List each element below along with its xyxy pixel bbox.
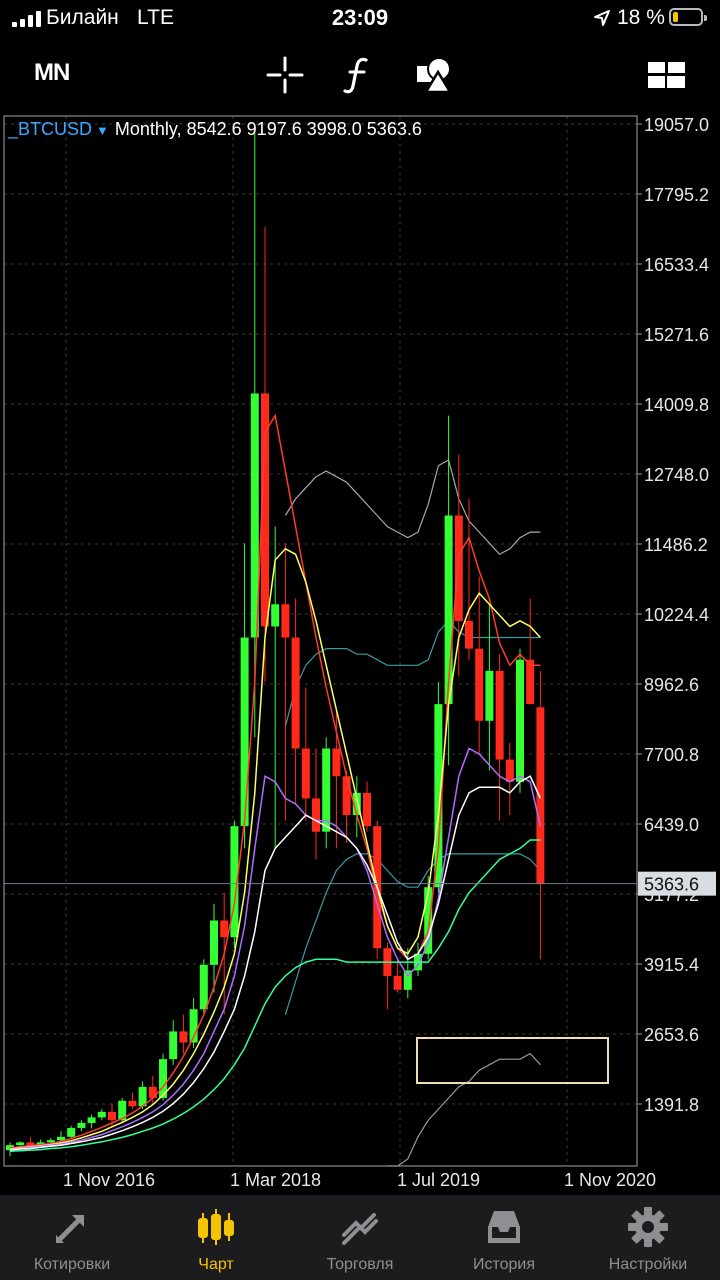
candle-body (393, 975, 402, 990)
candle-body (179, 1031, 188, 1043)
location-arrow-icon (594, 10, 610, 26)
price-axis-label: 1391.8 (644, 1095, 699, 1115)
candlestick-chart[interactable]: 19057.0 17795.2 16533.4 15271.6 14009.8 12748… (0, 112, 720, 1195)
time-axis-label: 1 Nov 2016 (63, 1170, 155, 1190)
candle-body (67, 1127, 76, 1137)
envelope-line (387, 1052, 541, 1167)
quotes-icon (56, 1215, 84, 1243)
candle-body (199, 964, 208, 1010)
symbol-dropdown-icon[interactable]: ▼ (96, 123, 109, 138)
price-axis-label: 3915.4 (644, 955, 699, 975)
candle-body (108, 1111, 116, 1121)
price-axis-label: 10224.4 (644, 605, 709, 625)
candle-body (291, 637, 300, 749)
tab-trade[interactable]: Торговля (288, 1195, 432, 1280)
price-axis-label: 15271.6 (644, 325, 709, 345)
current-price-label: 5363.6 (644, 875, 699, 895)
time-axis-label: 1 Jul 2019 (397, 1170, 480, 1190)
candle-body (495, 670, 504, 760)
candle-body (526, 659, 535, 705)
crosshair-icon[interactable] (262, 52, 308, 98)
price-axis-label: 12748.0 (644, 465, 709, 485)
moving-average-line (9, 839, 541, 1153)
candle-body (342, 776, 351, 816)
bottom-tab-bar: Котировки Чарт Торговля История Настройк… (0, 1195, 720, 1280)
battery-percent: 18 % (617, 6, 665, 29)
candle-body (77, 1122, 86, 1128)
candle-body (454, 515, 463, 621)
candle-body (536, 707, 545, 884)
candle-body (128, 1100, 137, 1107)
tab-label: Котировки (33, 1256, 111, 1273)
ohlc-low: 3998.0 (306, 119, 362, 139)
tab-label: Настройки (608, 1256, 688, 1273)
candle-body (363, 792, 371, 827)
candle-body (169, 1031, 178, 1060)
candles-icon (198, 1209, 234, 1245)
price-axis-label: 17795.2 (644, 185, 709, 205)
symbol-name[interactable]: _BTCUSD (8, 119, 92, 139)
price-axis-label: 6439.0 (644, 815, 699, 835)
candle-body (312, 798, 320, 832)
price-axis-label: 14009.8 (644, 395, 709, 415)
price-axis-label: 19057.0 (644, 115, 709, 135)
price-axis-label: 7700.8 (644, 745, 699, 765)
candle-body (46, 1140, 55, 1143)
candle-body (332, 748, 341, 777)
function-icon[interactable] (336, 52, 382, 98)
battery-icon (669, 8, 707, 26)
candle-body (516, 659, 524, 782)
settings-icon (628, 1207, 668, 1247)
tab-label: История (472, 1256, 536, 1273)
trade-icon (342, 1213, 378, 1245)
candle-body (505, 759, 514, 782)
price-chart[interactable]: 19057.0 17795.2 16533.4 15271.6 14009.8 12748… (0, 112, 720, 1195)
candle-body (475, 648, 484, 721)
price-axis-label: 11486.2 (644, 535, 708, 555)
status-bar: Билайн LTE 23:09 18 % (0, 0, 720, 38)
candle-body (485, 670, 494, 721)
chart-layout-icon[interactable] (644, 52, 690, 98)
candle-body (97, 1111, 106, 1118)
candle-body (148, 1086, 157, 1098)
ohlc-high: 9197.6 (246, 119, 302, 139)
tab-history[interactable]: История (432, 1195, 576, 1280)
ohlc-close: 5363.6 (366, 119, 422, 139)
price-axis-label: 16533.4 (644, 255, 709, 275)
tab-quotes[interactable]: Котировки (0, 1195, 144, 1280)
chart-toolbar: MN (0, 40, 720, 110)
shapes-icon[interactable] (412, 52, 458, 98)
chart-navigator-box (416, 1037, 609, 1084)
candle-body (281, 604, 290, 638)
tab-chart[interactable]: Чарт (144, 1195, 288, 1280)
candle-body (87, 1117, 96, 1123)
candle-body (16, 1142, 25, 1146)
price-axis-label: 2653.6 (644, 1025, 699, 1045)
candle-body (271, 604, 280, 627)
tab-label: Чарт (198, 1256, 234, 1273)
candle-body (57, 1136, 65, 1141)
time-axis-label: 1 Nov 2020 (564, 1170, 656, 1190)
history-icon (488, 1211, 520, 1243)
chart-period: Monthly, (114, 119, 182, 139)
time-axis-label: 1 Mar 2018 (230, 1170, 321, 1190)
tab-label: Торговля (326, 1256, 394, 1273)
ohlc-open: 8542.6 (186, 119, 242, 139)
timeframe-button[interactable]: MN (34, 59, 70, 87)
candle-body (210, 920, 218, 965)
candle-body (240, 637, 249, 827)
candle-body (301, 748, 310, 799)
candle-body (465, 620, 473, 649)
clock: 23:09 (331, 5, 389, 30)
price-axis-label: 8962.6 (644, 675, 699, 695)
candle-body (322, 748, 331, 832)
tab-settings[interactable]: Настройки (576, 1195, 720, 1280)
chart-legend: _BTCUSD ▼ Monthly, 8542.6 9197.6 3998.0 5363.… (8, 119, 427, 140)
candle-body (220, 920, 229, 938)
envelope-line (284, 853, 541, 1015)
